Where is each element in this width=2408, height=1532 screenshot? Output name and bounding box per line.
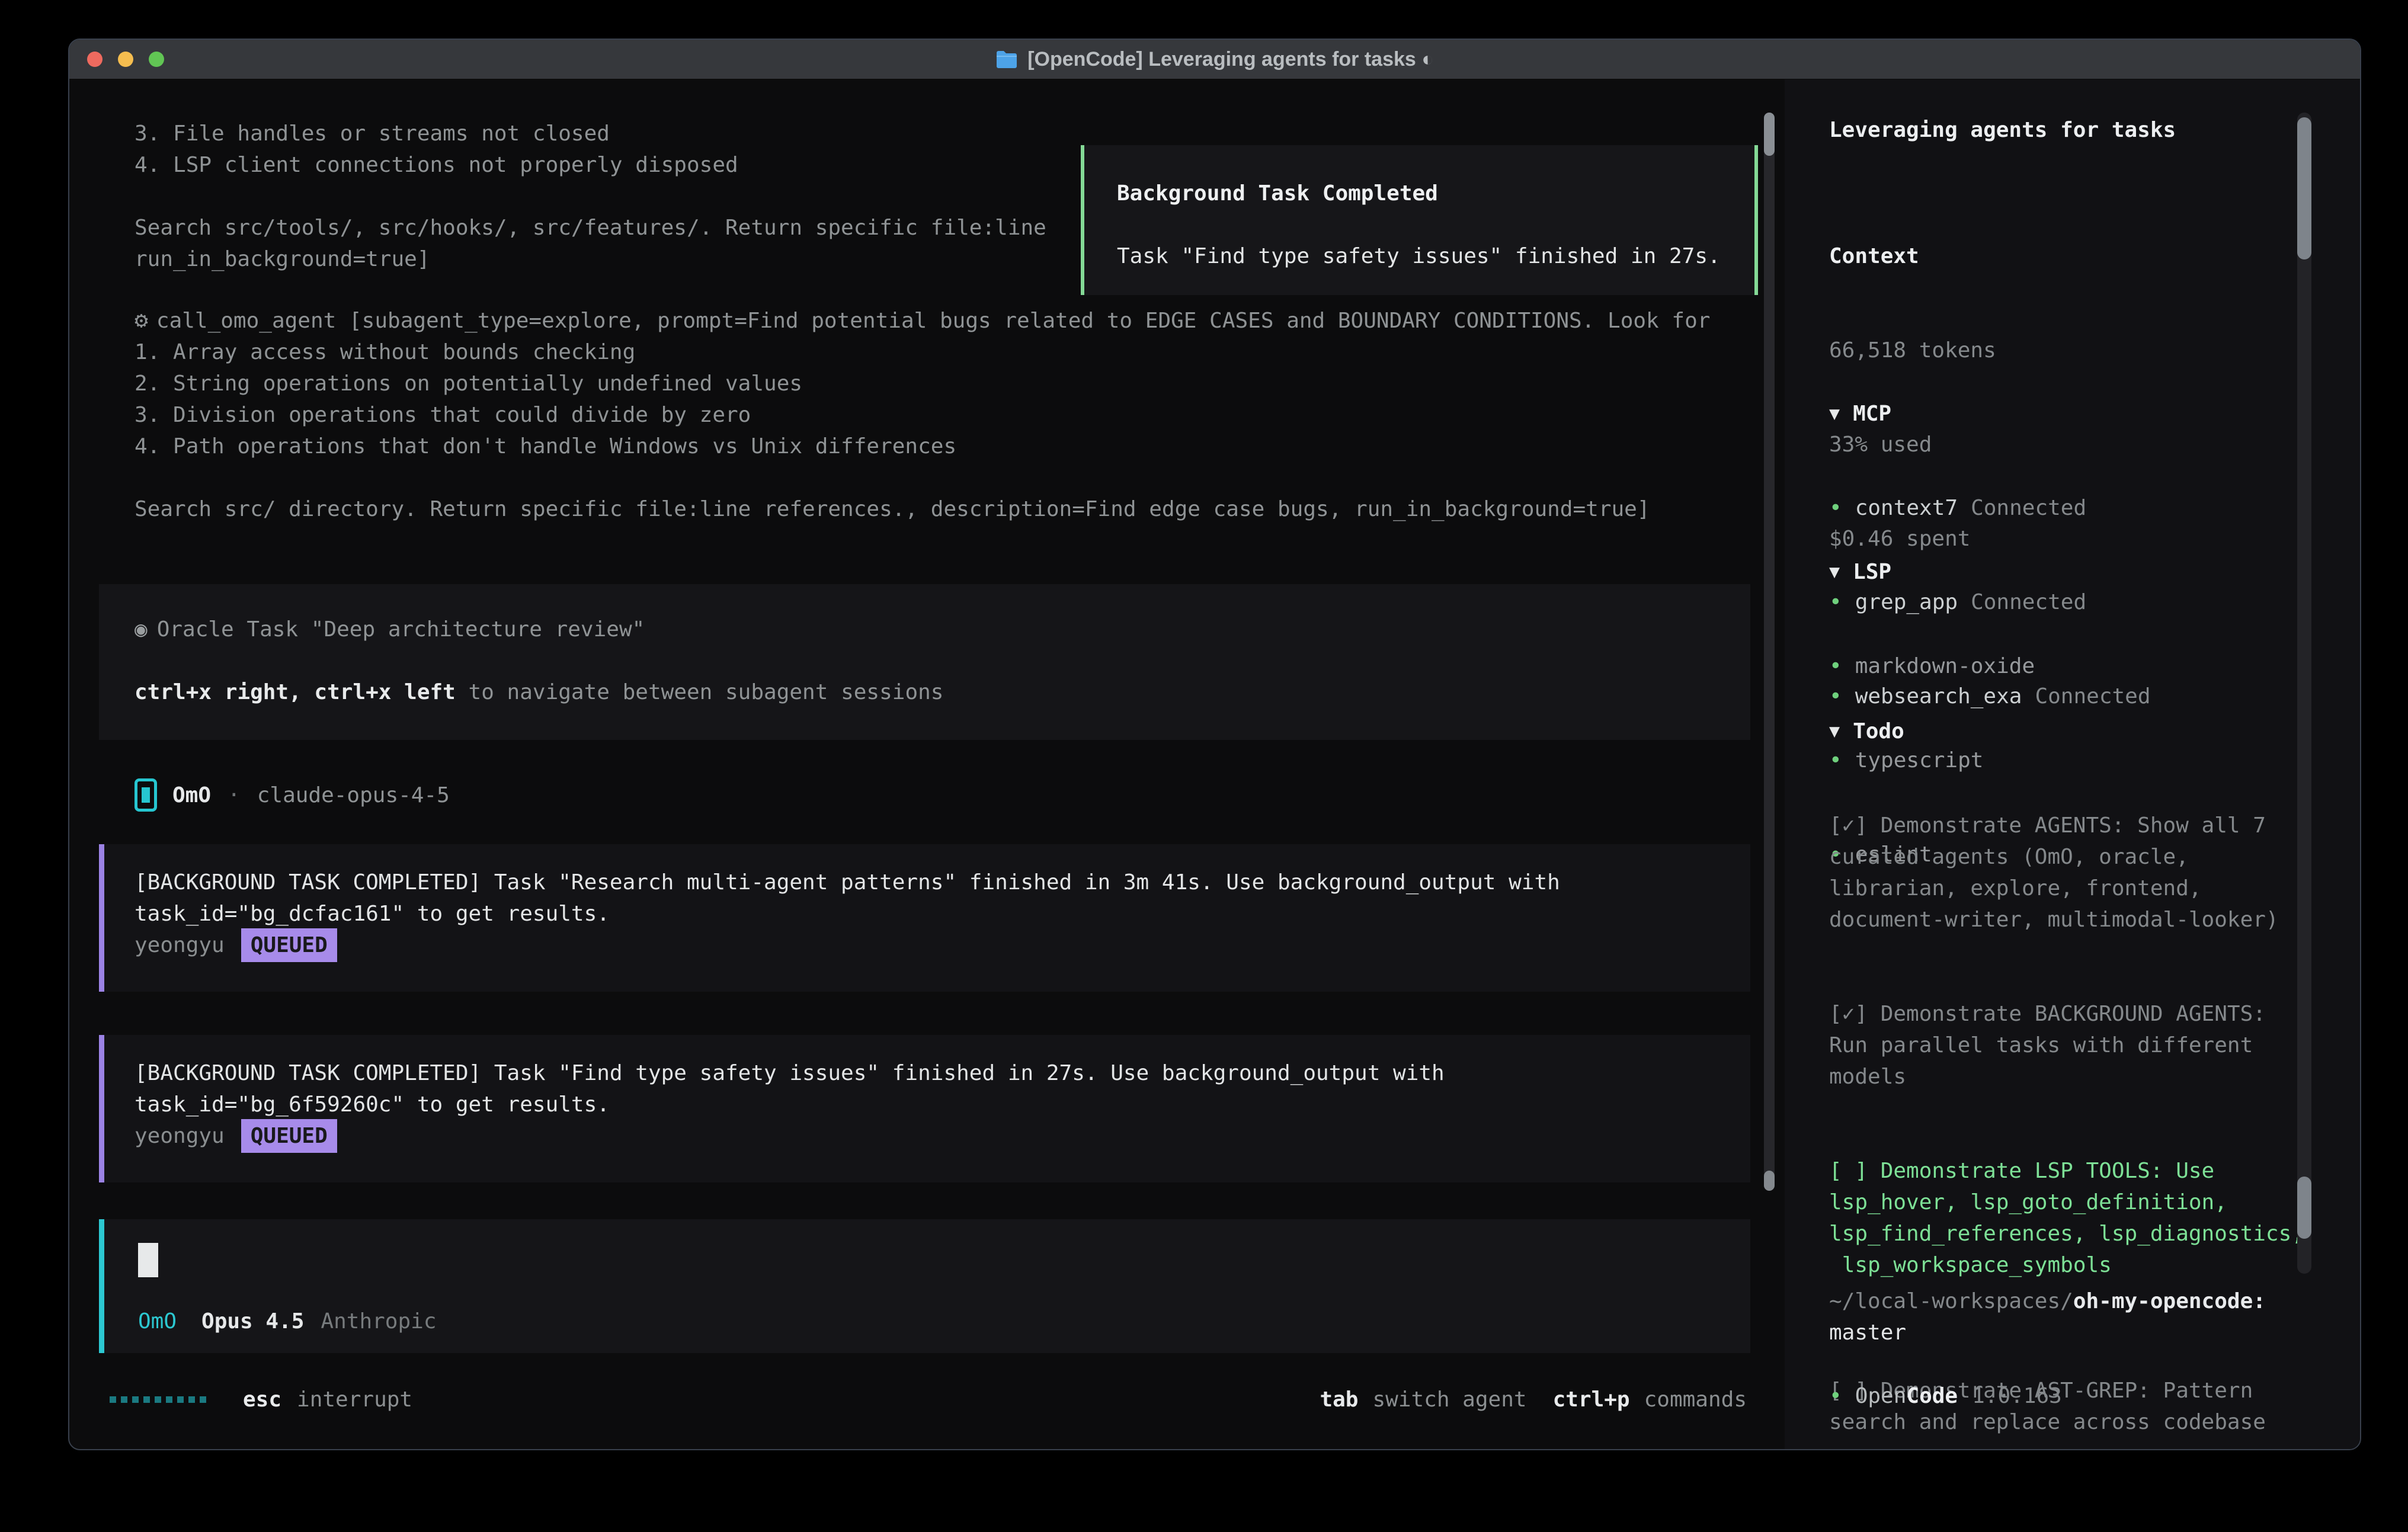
fisheye-icon: ◉ bbox=[135, 617, 148, 642]
window-title-text: [OpenCode] Leveraging agents for tasks ◐ bbox=[1027, 48, 1434, 71]
todo-item: [ ] Demonstrate LSP TOOLS: Use lsp_hover… bbox=[1829, 1155, 2339, 1281]
oracle-title: Oracle Task "Deep architecture review" bbox=[157, 617, 645, 642]
task-line2: task_id="bg_6f59260c" to get results. bbox=[135, 1089, 1750, 1120]
scrollback-top: 3. File handles or streams not closed 4.… bbox=[135, 118, 1046, 275]
text-cursor bbox=[138, 1243, 158, 1277]
todo-item: [✓] Demonstrate BACKGROUND AGENTS: Run p… bbox=[1829, 998, 2339, 1092]
tool-call-line: ⚙ call_omo_agent [subagent_type=explore, … bbox=[135, 305, 1710, 336]
scrollback-line: 4. LSP client connections not properly d… bbox=[135, 149, 1046, 181]
chevron-down-icon: ▼ bbox=[1829, 556, 1840, 588]
brand-code: Code bbox=[1906, 1380, 1958, 1412]
todo-heading-row[interactable]: ▼ Todo bbox=[1829, 716, 2339, 747]
blank-line bbox=[1117, 209, 1754, 241]
separator-dot: · bbox=[228, 780, 241, 811]
status-bar: esc interrupt tab switch agent ctrl+p co… bbox=[110, 1384, 1747, 1415]
traffic-lights bbox=[87, 40, 164, 79]
sidebar-scrollbar-thumb[interactable] bbox=[2297, 117, 2311, 259]
opencode-version-row: • OpenCode 1.0.163 bbox=[1829, 1380, 2062, 1412]
tool-call-text: call_omo_agent [subagent_type=explore, p… bbox=[156, 309, 1711, 333]
task-card: [BACKGROUND TASK COMPLETED] Task "Resear… bbox=[99, 844, 1750, 992]
bullet-icon: • bbox=[1829, 1380, 1842, 1412]
oracle-shortcut-keys: ctrl+x right, ctrl+x left bbox=[135, 680, 456, 704]
main-scrollbar-end[interactable] bbox=[1764, 1171, 1775, 1191]
workspace-prefix: ~/local-workspaces/ bbox=[1829, 1289, 2073, 1313]
bug-list-item: 2. String operations on potentially unde… bbox=[135, 368, 1710, 399]
agent-header: OmO · claude-opus-4-5 bbox=[135, 778, 450, 812]
close-button[interactable] bbox=[87, 52, 103, 67]
task-meta: yeongyu QUEUED bbox=[135, 1120, 1750, 1152]
sidebar: Leveraging agents for tasks Context 66,5… bbox=[1785, 79, 2361, 1449]
opencode-version: 1.0.163 bbox=[1972, 1380, 2062, 1412]
blank-line bbox=[135, 462, 1710, 493]
agent-model: claude-opus-4-5 bbox=[257, 780, 450, 811]
chevron-down-icon: ▼ bbox=[1829, 398, 1840, 430]
bug-list-item: 1. Array access without bounds checking bbox=[135, 336, 1710, 368]
task-line1: [BACKGROUND TASK COMPLETED] Task "Find t… bbox=[135, 1057, 1750, 1089]
task-meta: yeongyu QUEUED bbox=[135, 930, 1750, 961]
search-directory-line: Search src/ directory. Return specific f… bbox=[135, 493, 1710, 525]
keyboard-hints: tab switch agent ctrl+p commands bbox=[1320, 1384, 1747, 1415]
lsp-heading-row[interactable]: ▼ LSP bbox=[1829, 556, 2035, 588]
oracle-hint-text: to navigate between subagent sessions bbox=[456, 680, 944, 704]
toast-title: Background Task Completed bbox=[1117, 178, 1754, 209]
bug-list-item: 3. Division operations that could divide… bbox=[135, 399, 1710, 431]
gear-icon: ⚙ bbox=[135, 307, 148, 333]
agent-model-bar: OmO Opus 4.5 Anthropic bbox=[138, 1306, 437, 1337]
toast-body: Task "Find type safety issues" finished … bbox=[1117, 241, 1754, 272]
workspace-repo: oh-my-opencode: bbox=[2073, 1289, 2266, 1313]
scrollback-line bbox=[135, 181, 1046, 212]
input-provider-name: Anthropic bbox=[321, 1306, 436, 1337]
minimize-button[interactable] bbox=[118, 52, 133, 67]
scrollback-line: run_in_background=true] bbox=[135, 243, 1046, 275]
mcp-heading: MCP bbox=[1853, 398, 1891, 430]
tab-key-hint: tab bbox=[1320, 1384, 1358, 1415]
oracle-title-line: ◉ Oracle Task "Deep architecture review" bbox=[135, 614, 1750, 645]
main-scrollbar-thumb[interactable] bbox=[1764, 113, 1775, 156]
todo-heading: Todo bbox=[1853, 716, 1904, 747]
titlebar: [OpenCode] Leveraging agents for tasks ◐ bbox=[69, 40, 2360, 79]
sidebar-scrollbar-end[interactable] bbox=[2297, 1177, 2311, 1239]
oracle-task-banner: ◉Oracle Task "Deep architecture review" … bbox=[99, 584, 1750, 740]
task-user: yeongyu bbox=[135, 930, 225, 961]
tool-call-block: ⚙ call_omo_agent [subagent_type=explore, … bbox=[135, 305, 1710, 525]
agent-name: OmO bbox=[172, 780, 211, 811]
folder-icon bbox=[995, 50, 1018, 69]
input-agent-name: OmO bbox=[138, 1306, 177, 1337]
sidebar-session-title: Leveraging agents for tasks bbox=[1829, 114, 2176, 146]
brand-open: Open bbox=[1855, 1380, 1907, 1412]
prompt-input[interactable]: OmO Opus 4.5 Anthropic bbox=[99, 1219, 1750, 1353]
sidebar-scrollbar[interactable] bbox=[2297, 113, 2311, 1274]
queued-badge: QUEUED bbox=[241, 928, 337, 962]
task-line1: [BACKGROUND TASK COMPLETED] Task "Resear… bbox=[135, 867, 1750, 898]
esc-key-hint: esc bbox=[243, 1384, 281, 1415]
progress-spinner bbox=[110, 1396, 206, 1403]
scrollback-line: Search src/tools/, src/hooks/, src/featu… bbox=[135, 212, 1046, 243]
workspace-branch: master bbox=[1829, 1321, 1906, 1345]
background-task-toast: Background Task Completed Task "Find typ… bbox=[1081, 145, 1758, 295]
ctrlp-key-action: commands bbox=[1644, 1384, 1747, 1415]
terminal-window: [OpenCode] Leveraging agents for tasks ◐… bbox=[68, 39, 2361, 1450]
tab-key-action: switch agent bbox=[1372, 1384, 1526, 1415]
scrollback-line: 3. File handles or streams not closed bbox=[135, 118, 1046, 149]
context-heading: Context bbox=[1829, 241, 1996, 272]
bug-list-item: 4. Path operations that don't handle Win… bbox=[135, 431, 1710, 462]
agent-checkbox-icon bbox=[135, 778, 157, 812]
zoom-button[interactable] bbox=[149, 52, 164, 67]
workspace-path: ~/local-workspaces/oh-my-opencode: maste… bbox=[1829, 1286, 2339, 1348]
task-line2: task_id="bg_dcfac161" to get results. bbox=[135, 898, 1750, 930]
input-model-name: Opus 4.5 bbox=[201, 1306, 304, 1337]
esc-key-action: interrupt bbox=[297, 1384, 412, 1415]
main-scrollbar[interactable] bbox=[1764, 113, 1775, 1191]
blank-line bbox=[135, 645, 1750, 677]
todo-item: [✓] Demonstrate AGENTS: Show all 7 curat… bbox=[1829, 810, 2339, 935]
task-card: [BACKGROUND TASK COMPLETED] Task "Find t… bbox=[99, 1035, 1750, 1182]
mcp-heading-row[interactable]: ▼ MCP bbox=[1829, 398, 2151, 430]
chevron-down-icon: ▼ bbox=[1829, 716, 1840, 747]
window-title: [OpenCode] Leveraging agents for tasks ◐ bbox=[995, 48, 1434, 71]
lsp-heading: LSP bbox=[1853, 556, 1891, 588]
ctrlp-key-hint: ctrl+p bbox=[1553, 1384, 1630, 1415]
oracle-hint-line: ctrl+x right, ctrl+x left to navigate be… bbox=[135, 677, 1750, 708]
queued-badge: QUEUED bbox=[241, 1119, 337, 1153]
task-user: yeongyu bbox=[135, 1120, 225, 1152]
